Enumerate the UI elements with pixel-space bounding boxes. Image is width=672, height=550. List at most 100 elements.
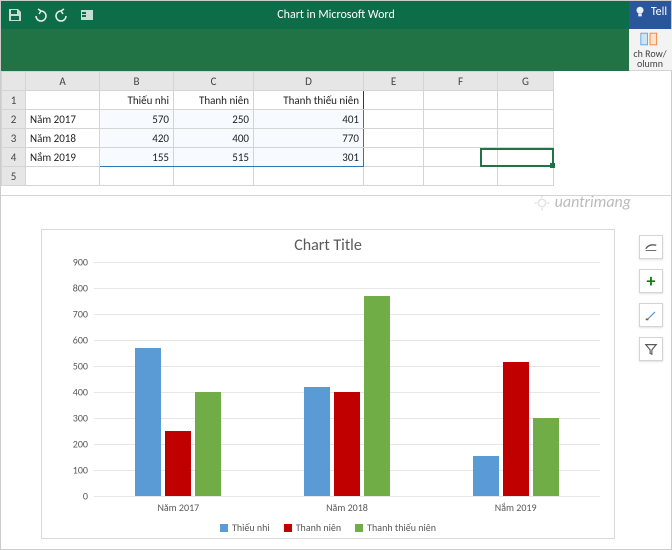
legend-item[interactable]: Thanh thiếu niên bbox=[355, 521, 436, 534]
chart-object[interactable]: Chart Title 0100200300400500600700800900… bbox=[41, 229, 615, 539]
legend-label: Thiếu nhi bbox=[232, 521, 270, 534]
excel-chart-titlebar: Chart in Microsoft Word ✕ bbox=[1, 1, 671, 29]
cell-E2[interactable] bbox=[364, 110, 424, 129]
cell-C5[interactable] bbox=[174, 167, 254, 186]
cell-F5[interactable] bbox=[424, 167, 498, 186]
col-B[interactable]: B bbox=[100, 72, 174, 91]
col-C[interactable]: C bbox=[174, 72, 254, 91]
cell-A1[interactable] bbox=[26, 91, 100, 110]
x-axis-label: Năm 2017 bbox=[94, 501, 263, 514]
bar-group: Năm 2018 bbox=[263, 262, 432, 496]
row-2[interactable]: 2 bbox=[2, 110, 26, 129]
cell-A4[interactable]: Nắm 2019 bbox=[26, 148, 100, 167]
undo-icon[interactable] bbox=[31, 7, 47, 23]
cell-B5[interactable] bbox=[100, 167, 174, 186]
chart-side-tools: + bbox=[639, 235, 663, 361]
cell-D4[interactable]: 301 bbox=[254, 148, 364, 167]
bar-Thiếu-nhi[interactable] bbox=[473, 456, 499, 496]
more-icon[interactable] bbox=[79, 7, 95, 23]
y-axis-label: 0 bbox=[58, 490, 88, 503]
window-title: Chart in Microsoft Word bbox=[1, 8, 671, 22]
bulb-icon bbox=[633, 5, 647, 19]
cell-F3[interactable] bbox=[424, 129, 498, 148]
bar-Thanh-thiếu-niên[interactable] bbox=[195, 392, 221, 496]
x-axis-label: Năm 2018 bbox=[263, 501, 432, 514]
col-E[interactable]: E bbox=[364, 72, 424, 91]
cell-B3[interactable]: 420 bbox=[100, 129, 174, 148]
cell-E1[interactable] bbox=[364, 91, 424, 110]
cell-B2[interactable]: 570 bbox=[100, 110, 174, 129]
bar-Thanh-niên[interactable] bbox=[334, 392, 360, 496]
cell-B1[interactable]: Thiếu nhi bbox=[100, 91, 174, 110]
legend-item[interactable]: Thiếu nhi bbox=[220, 521, 270, 534]
save-icon[interactable] bbox=[7, 7, 23, 23]
switch-label-2: olumn bbox=[637, 59, 663, 69]
cell-G4[interactable] bbox=[498, 148, 554, 167]
cell-G3[interactable] bbox=[498, 129, 554, 148]
cell-C1[interactable]: Thanh niên bbox=[174, 91, 254, 110]
plus-icon: + bbox=[647, 270, 656, 292]
legend-label: Thanh thiếu niên bbox=[367, 521, 436, 534]
cell-F2[interactable] bbox=[424, 110, 498, 129]
legend-swatch bbox=[284, 524, 292, 532]
col-D[interactable]: D bbox=[254, 72, 364, 91]
y-axis-label: 200 bbox=[58, 438, 88, 451]
tell-me[interactable]: Tell bbox=[633, 5, 667, 19]
cell-D5[interactable] bbox=[254, 167, 364, 186]
col-G[interactable]: G bbox=[498, 72, 554, 91]
cell-G1[interactable] bbox=[498, 91, 554, 110]
row-1[interactable]: 1 bbox=[2, 91, 26, 110]
cell-C2[interactable]: 250 bbox=[174, 110, 254, 129]
cell-G2[interactable] bbox=[498, 110, 554, 129]
col-F[interactable]: F bbox=[424, 72, 498, 91]
cell-D1[interactable]: Thanh thiếu niên bbox=[254, 91, 364, 110]
cell-D2[interactable]: 401 bbox=[254, 110, 364, 129]
cell-A3[interactable]: Năm 2018 bbox=[26, 129, 100, 148]
row-5[interactable]: 5 bbox=[2, 167, 26, 186]
y-axis-label: 400 bbox=[58, 386, 88, 399]
bar-Thanh-thiếu-niên[interactable] bbox=[533, 418, 559, 496]
redo-icon[interactable] bbox=[55, 7, 71, 23]
row-3[interactable]: 3 bbox=[2, 129, 26, 148]
grid-table[interactable]: A B C D E F G 1 Thiếu nhi Thanh niên Tha… bbox=[1, 71, 554, 186]
cell-F4[interactable] bbox=[424, 148, 498, 167]
chart-legend[interactable]: Thiếu nhi Thanh niên Thanh thiếu niên bbox=[42, 521, 614, 534]
cell-A5[interactable] bbox=[26, 167, 100, 186]
cell-G5[interactable] bbox=[498, 167, 554, 186]
cell-A2[interactable]: Năm 2017 bbox=[26, 110, 100, 129]
bar-Thanh-niên[interactable] bbox=[165, 431, 191, 496]
bar-Thanh-thiếu-niên[interactable] bbox=[364, 296, 390, 496]
cell-F1[interactable] bbox=[424, 91, 498, 110]
y-axis-label: 300 bbox=[58, 411, 88, 424]
bar-Thiếu-nhi[interactable] bbox=[135, 348, 161, 496]
cell-C4[interactable]: 515 bbox=[174, 148, 254, 167]
y-axis-label: 700 bbox=[58, 308, 88, 321]
y-axis-label: 900 bbox=[58, 256, 88, 269]
bar-group: Năm 2017 bbox=[94, 262, 263, 496]
row-4[interactable]: 4 bbox=[2, 148, 26, 167]
col-A[interactable]: A bbox=[26, 72, 100, 91]
x-axis-label: Nắm 2019 bbox=[431, 501, 600, 514]
legend-swatch bbox=[355, 524, 363, 532]
chart-elements-button[interactable]: + bbox=[639, 269, 663, 293]
cell-E5[interactable] bbox=[364, 167, 424, 186]
tell-label: Tell bbox=[651, 5, 667, 19]
cell-B4[interactable]: 155 bbox=[100, 148, 174, 167]
chart-plot-area[interactable]: 0100200300400500600700800900Năm 2017Năm … bbox=[94, 262, 600, 496]
chart-title[interactable]: Chart Title bbox=[42, 230, 614, 255]
legend-item[interactable]: Thanh niên bbox=[284, 521, 341, 534]
cell-E3[interactable] bbox=[364, 129, 424, 148]
cell-D3[interactable]: 770 bbox=[254, 129, 364, 148]
cell-E4[interactable] bbox=[364, 148, 424, 167]
data-sheet[interactable]: A B C D E F G 1 Thiếu nhi Thanh niên Tha… bbox=[1, 71, 671, 196]
chart-layout-button[interactable] bbox=[639, 235, 663, 259]
cell-C3[interactable]: 400 bbox=[174, 129, 254, 148]
layout-icon bbox=[644, 240, 658, 254]
corner-cell[interactable] bbox=[2, 72, 26, 91]
bar-Thanh-niên[interactable] bbox=[503, 362, 529, 496]
ribbon-switch-row-col[interactable]: ch Row/ olumn bbox=[629, 29, 671, 71]
chart-styles-button[interactable] bbox=[639, 303, 663, 327]
chart-filter-button[interactable] bbox=[639, 337, 663, 361]
bar-group: Nắm 2019 bbox=[431, 262, 600, 496]
bar-Thiếu-nhi[interactable] bbox=[304, 387, 330, 496]
